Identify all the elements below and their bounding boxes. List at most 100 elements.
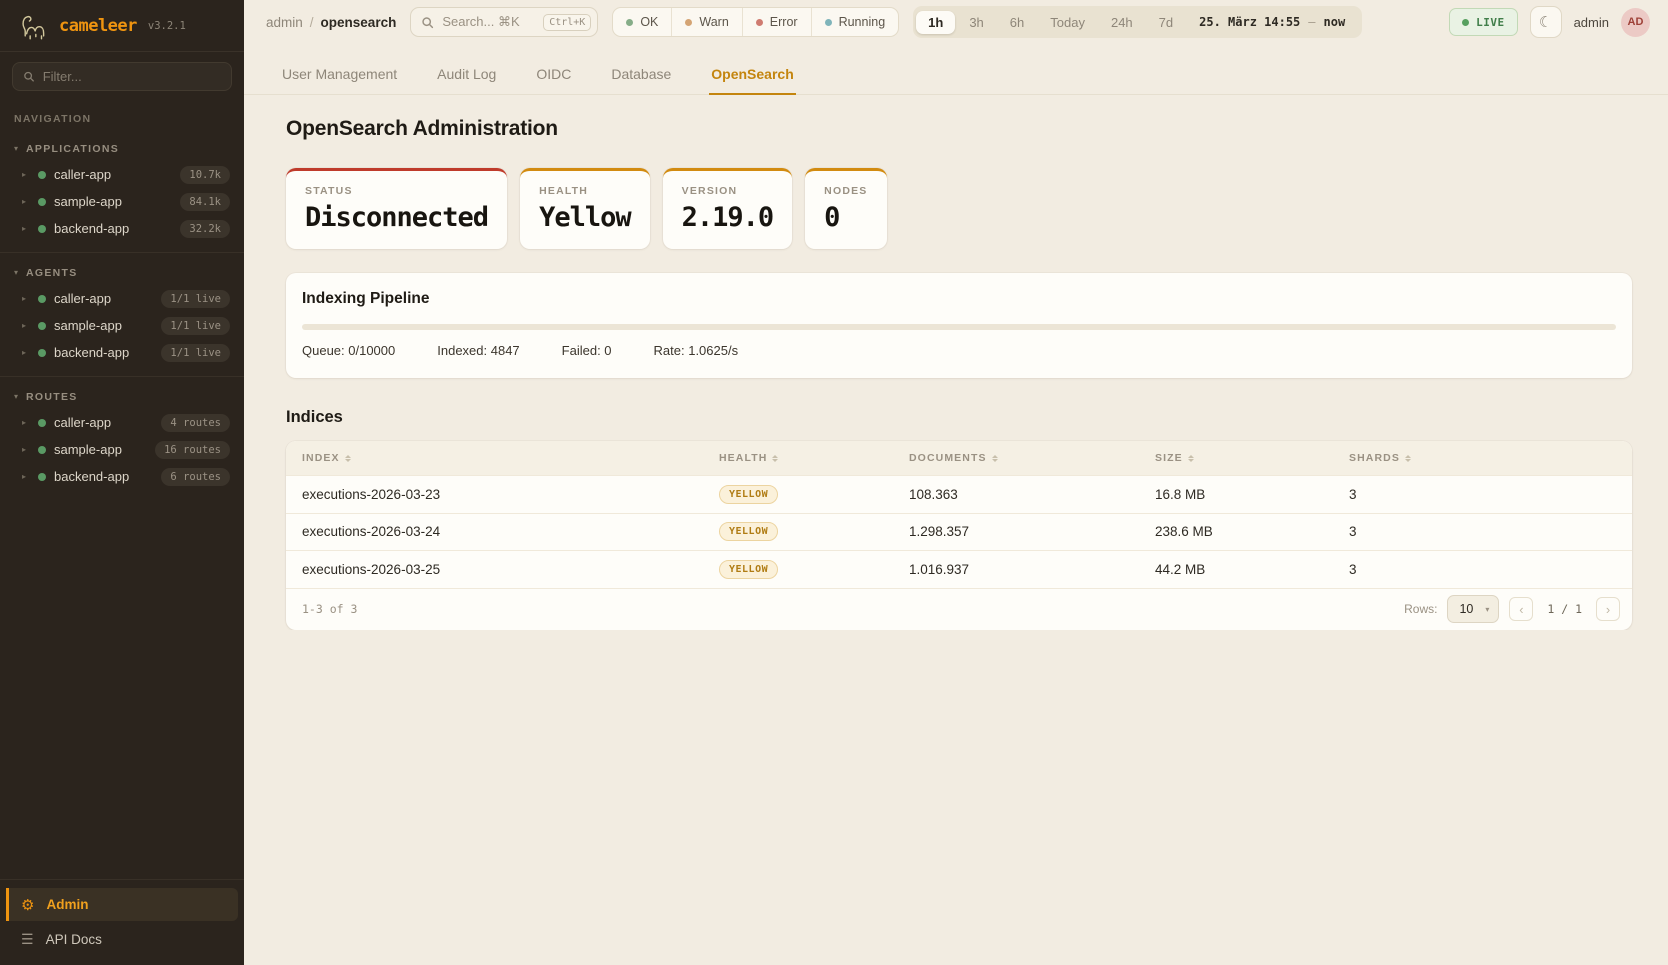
status-dot-icon <box>38 473 46 481</box>
item-badge: 32.2k <box>180 220 230 238</box>
sort-icon <box>1405 455 1411 462</box>
status-dot-icon <box>38 446 46 454</box>
section-header-agents[interactable]: ▾ AGENTS <box>0 261 244 285</box>
tab-database[interactable]: Database <box>609 58 673 95</box>
breadcrumb-separator: / <box>310 15 314 30</box>
status-dot-icon <box>38 171 46 179</box>
breadcrumb-current: opensearch <box>321 15 397 30</box>
column-header-documents[interactable]: DOCUMENTS <box>909 452 1155 464</box>
sidebar-item-agents-backend-app[interactable]: ▸ backend-app 1/1 live <box>0 339 244 366</box>
error-dot-icon <box>756 19 763 26</box>
chevron-right-icon: ▸ <box>22 225 30 233</box>
column-label: DOCUMENTS <box>909 452 987 464</box>
time-range-today[interactable]: Today <box>1038 11 1097 34</box>
health-badge: YELLOW <box>719 485 778 504</box>
time-range-24h[interactable]: 24h <box>1099 11 1145 34</box>
theme-toggle-button[interactable]: ☾ <box>1530 6 1562 38</box>
chevron-right-icon: ▸ <box>22 419 30 427</box>
breadcrumb: admin / opensearch <box>266 15 396 30</box>
stat-cards: STATUS Disconnected HEALTH Yellow VERSIO… <box>286 168 1632 249</box>
rows-per-page-select[interactable]: 10 ▾ <box>1447 595 1499 623</box>
status-filter-error[interactable]: Error <box>742 8 811 36</box>
navigation-label: NAVIGATION <box>0 95 244 129</box>
sidebar-item-routes-sample-app[interactable]: ▸ sample-app 16 routes <box>0 436 244 463</box>
sidebar-item-routes-caller-app[interactable]: ▸ caller-app 4 routes <box>0 409 244 436</box>
tab-oidc[interactable]: OIDC <box>534 58 573 95</box>
app-logo[interactable]: cameleer v3.2.1 <box>0 0 244 52</box>
column-header-size[interactable]: SIZE <box>1155 452 1349 464</box>
search-placeholder: Search... ⌘K <box>442 14 535 30</box>
table-row[interactable]: executions-2026-03-25 YELLOW 1.016.937 4… <box>286 550 1632 588</box>
pipeline-failed: Failed: 0 <box>562 343 612 358</box>
date-range-display[interactable]: 25. März 14:55 — now <box>1187 15 1359 29</box>
sidebar-item-routes-backend-app[interactable]: ▸ backend-app 6 routes <box>0 463 244 490</box>
chevron-right-icon: ▸ <box>22 473 30 481</box>
status-filter-ok[interactable]: OK <box>613 8 671 36</box>
chevron-right-icon: ▸ <box>22 171 30 179</box>
sidebar-item-applications-backend-app[interactable]: ▸ backend-app 32.2k <box>0 215 244 242</box>
admin-label: Admin <box>46 897 88 912</box>
time-range-3h[interactable]: 3h <box>957 11 995 34</box>
sidebar-item-applications-sample-app[interactable]: ▸ sample-app 84.1k <box>0 188 244 215</box>
column-header-shards[interactable]: SHARDS <box>1349 452 1616 464</box>
sidebar-item-agents-sample-app[interactable]: ▸ sample-app 1/1 live <box>0 312 244 339</box>
section-label: ROUTES <box>26 391 78 403</box>
time-range-1h[interactable]: 1h <box>916 11 955 34</box>
live-indicator[interactable]: LIVE <box>1449 8 1518 36</box>
section-label: AGENTS <box>26 267 78 279</box>
cell-index: executions-2026-03-24 <box>302 524 719 539</box>
time-range-7d[interactable]: 7d <box>1147 11 1185 34</box>
tab-audit-log[interactable]: Audit Log <box>435 58 498 95</box>
collapse-caret-icon: ▾ <box>14 269 18 277</box>
sidebar-item-applications-caller-app[interactable]: ▸ caller-app 10.7k <box>0 161 244 188</box>
tab-opensearch[interactable]: OpenSearch <box>709 58 795 95</box>
running-dot-icon <box>825 19 832 26</box>
sidebar: cameleer v3.2.1 NAVIGATION ▾ APPLICATION… <box>0 0 244 965</box>
global-search[interactable]: Search... ⌘K Ctrl+K <box>410 7 598 37</box>
app-name: cameleer <box>59 16 137 36</box>
cell-size: 44.2 MB <box>1155 562 1349 577</box>
pipeline-title: Indexing Pipeline <box>302 290 1616 308</box>
previous-page-button[interactable]: ‹ <box>1509 597 1533 621</box>
stat-value: Yellow <box>539 202 631 233</box>
admin-tabs: User Management Audit Log OIDC Database … <box>244 58 1668 95</box>
avatar[interactable]: AD <box>1621 8 1650 37</box>
sidebar-item-api-docs[interactable]: ☰ API Docs <box>6 923 238 955</box>
cell-shards: 3 <box>1349 562 1616 577</box>
stat-value: Disconnected <box>305 202 488 233</box>
status-filter-running[interactable]: Running <box>811 8 899 36</box>
cell-shards: 3 <box>1349 487 1616 502</box>
moon-icon: ☾ <box>1539 13 1552 31</box>
status-filter-label: Warn <box>699 15 728 29</box>
sidebar-item-admin[interactable]: ⚙ Admin <box>6 888 238 921</box>
chevron-right-icon: ▸ <box>22 322 30 330</box>
stat-card-health: HEALTH Yellow <box>520 168 650 249</box>
cell-index: executions-2026-03-25 <box>302 562 719 577</box>
next-page-button[interactable]: › <box>1596 597 1620 621</box>
sort-icon <box>345 455 351 462</box>
status-dot-icon <box>38 295 46 303</box>
item-label: sample-app <box>54 194 172 209</box>
sidebar-filter[interactable] <box>12 62 232 91</box>
table-row[interactable]: executions-2026-03-24 YELLOW 1.298.357 2… <box>286 513 1632 551</box>
table-row[interactable]: executions-2026-03-23 YELLOW 108.363 16.… <box>286 475 1632 513</box>
filter-input[interactable] <box>43 69 221 84</box>
stat-label: STATUS <box>305 185 488 197</box>
indices-title: Indices <box>286 408 1632 427</box>
status-filter-group: OK Warn Error Running <box>612 7 899 37</box>
column-header-index[interactable]: INDEX <box>302 452 719 464</box>
stat-card-nodes: NODES 0 <box>805 168 886 249</box>
tab-user-management[interactable]: User Management <box>280 58 399 95</box>
section-header-applications[interactable]: ▾ APPLICATIONS <box>0 137 244 161</box>
status-dot-icon <box>38 349 46 357</box>
section-header-routes[interactable]: ▾ ROUTES <box>0 385 244 409</box>
time-range-6h[interactable]: 6h <box>998 11 1036 34</box>
sidebar-item-agents-caller-app[interactable]: ▸ caller-app 1/1 live <box>0 285 244 312</box>
chevron-right-icon: ▸ <box>22 198 30 206</box>
rows-per-page-value: 10 <box>1459 602 1473 616</box>
column-header-health[interactable]: HEALTH <box>719 452 909 464</box>
status-filter-warn[interactable]: Warn <box>671 8 741 36</box>
indexing-pipeline-card: Indexing Pipeline Queue: 0/10000 Indexed… <box>286 273 1632 378</box>
breadcrumb-parent[interactable]: admin <box>266 15 303 30</box>
cell-documents: 1.298.357 <box>909 524 1155 539</box>
